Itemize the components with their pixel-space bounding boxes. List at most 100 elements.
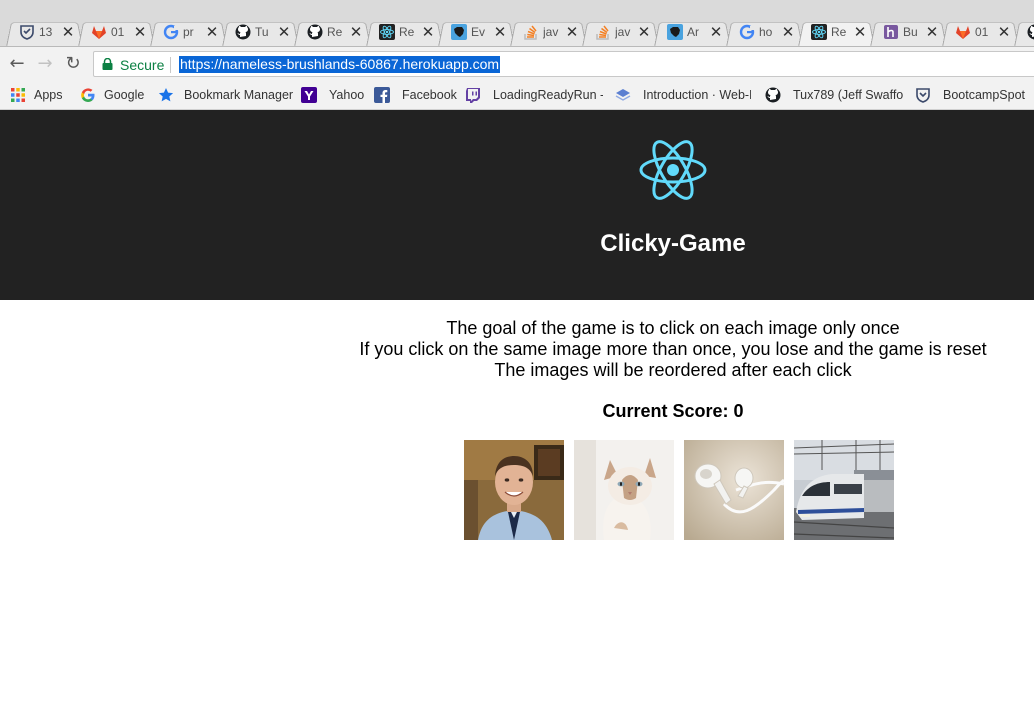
- browser-tab[interactable]: 01 ✕: [942, 17, 1019, 46]
- man-portrait-image: [464, 440, 564, 540]
- close-tab-icon[interactable]: ✕: [61, 24, 75, 40]
- bookmark-label: Facebook: [402, 88, 457, 102]
- address-bar[interactable]: Secure https://nameless-brushlands-60867…: [93, 51, 1034, 77]
- tab-title: 01: [975, 25, 989, 39]
- close-tab-icon[interactable]: ✕: [565, 24, 579, 40]
- page-viewport: Clicky-Game The goal of the game is to c…: [0, 110, 1034, 715]
- tab-title: Re: [399, 25, 415, 39]
- browser-tab[interactable]: Re ✕: [294, 17, 371, 46]
- tab-title: Ar: [687, 25, 699, 39]
- reload-button[interactable]: ↻: [62, 53, 84, 75]
- tab-title: ho: [759, 25, 773, 39]
- shield-icon: [916, 88, 930, 103]
- secure-label: Secure: [120, 57, 165, 73]
- close-tab-icon[interactable]: ✕: [925, 24, 939, 40]
- browser-tab[interactable]: Ev ✕: [438, 17, 515, 46]
- close-tab-icon[interactable]: ✕: [709, 24, 723, 40]
- train-image: [794, 440, 894, 540]
- bookmark-apps[interactable]: Apps: [10, 86, 70, 104]
- twitch-icon: [466, 88, 480, 103]
- back-button[interactable]: ←: [6, 53, 28, 75]
- bookmark-label: Introduction · Web-D: [643, 88, 751, 102]
- browser-tab-active[interactable]: Re ✕: [798, 17, 875, 46]
- forward-button[interactable]: →: [34, 53, 56, 75]
- earbuds-card[interactable]: [684, 440, 784, 540]
- omnibox-divider: [170, 57, 171, 73]
- close-tab-icon[interactable]: ✕: [421, 24, 435, 40]
- google-icon: [81, 88, 95, 102]
- browser-tab[interactable]: ho ✕: [726, 17, 803, 46]
- close-tab-icon[interactable]: ✕: [853, 24, 867, 40]
- browser-tab-strip: 13 ✕ 01 ✕ pr ✕ Tu ✕ Re ✕ Re ✕ Ev ✕ jav ✕…: [0, 0, 1034, 47]
- instructions: The goal of the game is to click on each…: [313, 318, 1033, 381]
- browser-tab[interactable]: Ar ✕: [654, 17, 731, 46]
- shield-icon: [20, 25, 34, 40]
- bookmark-tux789[interactable]: Tux789 (Jeff Swafford: [765, 86, 905, 104]
- github-icon: [307, 24, 323, 40]
- close-tab-icon[interactable]: ✕: [133, 24, 147, 40]
- panther-icon: [667, 24, 683, 40]
- earbuds-image: [684, 440, 784, 540]
- tab-title: Re: [327, 25, 343, 39]
- url-text[interactable]: https://nameless-brushlands-60867.heroku…: [179, 56, 501, 73]
- close-tab-icon[interactable]: ✕: [349, 24, 363, 40]
- browser-tab[interactable]: Bu ✕: [870, 17, 947, 46]
- close-tab-icon[interactable]: ✕: [781, 24, 795, 40]
- instruction-line: If you click on the same image more than…: [359, 339, 987, 359]
- tab-title: pr: [183, 25, 194, 39]
- browser-tab[interactable]: Re ✕: [366, 17, 443, 46]
- train-card[interactable]: [794, 440, 894, 540]
- browser-tab[interactable]: jav ✕: [510, 17, 587, 46]
- tab-title: jav: [615, 25, 631, 39]
- yahoo-icon: [301, 87, 317, 103]
- heroku-icon: [884, 25, 898, 39]
- close-tab-icon[interactable]: ✕: [493, 24, 507, 40]
- bookmark-yahoo[interactable]: Yahoo: [301, 86, 366, 104]
- close-tab-icon[interactable]: ✕: [997, 24, 1011, 40]
- bookmark-label: BootcampSpot: [943, 88, 1025, 102]
- browser-tab[interactable]: [1014, 17, 1034, 46]
- gitlab-icon: [92, 26, 106, 39]
- browser-tab[interactable]: Tu ✕: [222, 17, 299, 46]
- instruction-line: The images will be reordered after each …: [494, 360, 852, 380]
- browser-tab[interactable]: pr ✕: [150, 17, 227, 46]
- bookmarks-bar: Apps Google Bookmark Manager Yahoo Faceb…: [0, 81, 1034, 110]
- react-logo-icon: [639, 140, 707, 200]
- browser-tab[interactable]: 01 ✕: [78, 17, 155, 46]
- bookmark-introduction-web-d[interactable]: Introduction · Web-D: [615, 86, 755, 104]
- bookmark-label: Tux789 (Jeff Swafford: [793, 88, 903, 102]
- star-icon: [158, 88, 174, 102]
- google-icon: [739, 24, 755, 40]
- react-icon: [811, 24, 827, 40]
- stackoverflow-icon: [524, 25, 537, 40]
- gitlab-icon: [956, 26, 970, 39]
- bookmark-google[interactable]: Google: [80, 86, 150, 104]
- tab-title: Ev: [471, 25, 486, 39]
- apps-grid-icon: [11, 88, 25, 102]
- close-tab-icon[interactable]: ✕: [205, 24, 219, 40]
- cat-card[interactable]: [574, 440, 674, 540]
- browser-toolbar: ← → ↻ Secure https://nameless-brushlands…: [0, 47, 1034, 81]
- bookmark-label: Bookmark Manager: [184, 88, 294, 102]
- facebook-icon: [374, 87, 390, 103]
- panther-icon: [451, 24, 467, 40]
- github-icon: [765, 87, 781, 103]
- browser-tab[interactable]: jav ✕: [582, 17, 659, 46]
- tab-title: jav: [543, 25, 559, 39]
- close-tab-icon[interactable]: ✕: [637, 24, 651, 40]
- current-score: Current Score: 0: [602, 401, 744, 421]
- tab-title: Bu: [903, 25, 918, 39]
- bookmark-bookmark-manager[interactable]: Bookmark Manager: [158, 86, 293, 104]
- close-tab-icon[interactable]: ✕: [277, 24, 291, 40]
- man-portrait-card[interactable]: [464, 440, 564, 540]
- bookmark-facebook[interactable]: Facebook: [374, 86, 457, 104]
- stackoverflow-icon: [596, 25, 609, 40]
- browser-tab[interactable]: 13 ✕: [6, 17, 83, 46]
- react-icon: [379, 24, 395, 40]
- page-title: Clicky-Game: [600, 230, 746, 257]
- bookmark-loadingreadyrun[interactable]: LoadingReadyRun -: [465, 86, 605, 104]
- bookmark-bootcampspot[interactable]: BootcampSpot: [915, 86, 1030, 104]
- google-icon: [163, 24, 179, 40]
- bookmark-label: Google: [104, 88, 145, 102]
- lock-icon: [102, 58, 113, 70]
